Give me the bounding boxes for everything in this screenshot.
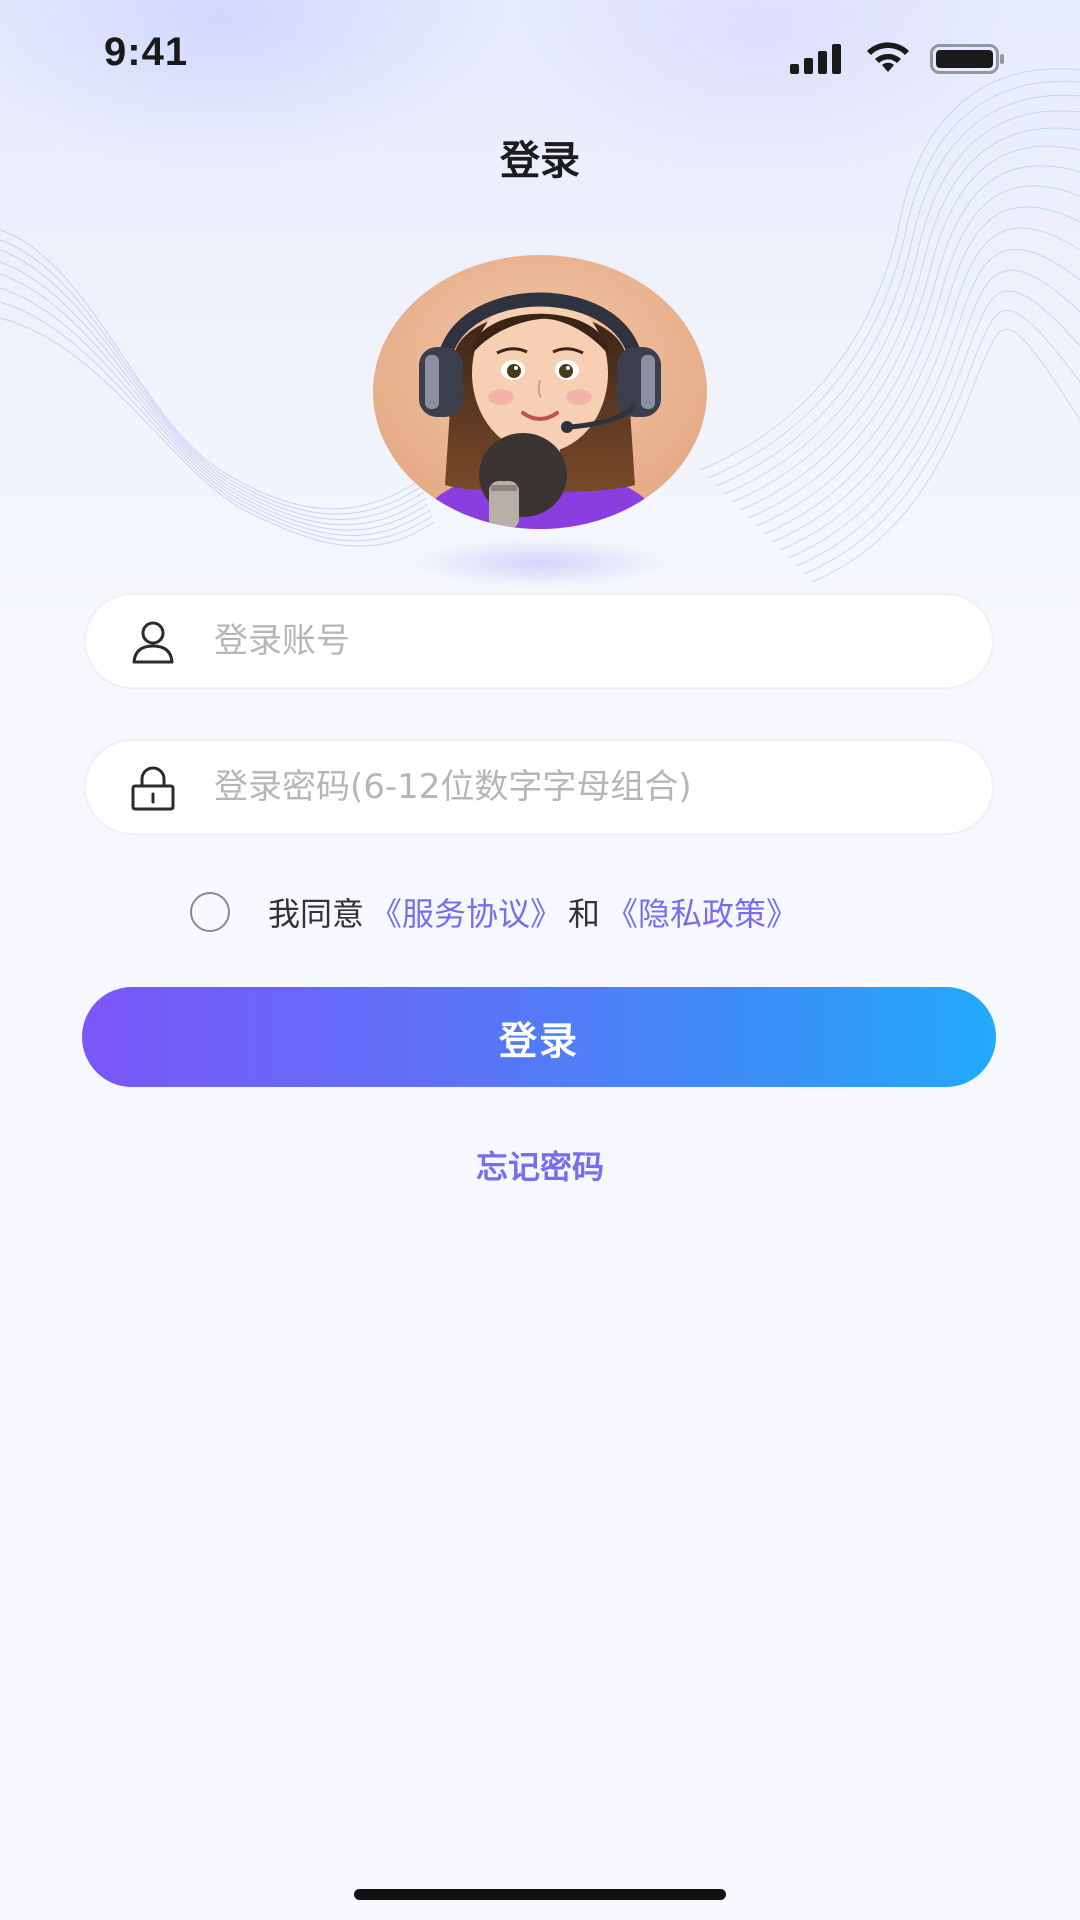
- privacy-policy-link[interactable]: 《隐私政策》: [606, 889, 798, 935]
- agree-checkbox[interactable]: [190, 892, 230, 932]
- forgot-password-link[interactable]: 忘记密码: [0, 1142, 1080, 1188]
- wifi-icon: [867, 42, 909, 72]
- password-field[interactable]: [84, 739, 994, 835]
- battery-icon: [930, 44, 1004, 74]
- password-input[interactable]: [214, 755, 954, 819]
- account-field[interactable]: [84, 593, 994, 689]
- avatar-shadow: [410, 538, 670, 588]
- status-bar: 9:41: [0, 0, 1080, 120]
- signal-icon: [790, 44, 841, 74]
- agreement-prefix: 我同意: [268, 895, 365, 933]
- avatar: [373, 255, 707, 529]
- service-agreement-link[interactable]: 《服务协议》: [370, 889, 562, 935]
- account-input[interactable]: [214, 609, 954, 673]
- user-icon: [132, 621, 174, 664]
- home-indicator: [354, 1889, 726, 1900]
- page-title: 登录: [500, 138, 580, 184]
- lock-icon: [131, 766, 175, 811]
- customer-service-avatar-icon: [373, 255, 707, 529]
- agreement-conjunction: 和: [568, 895, 601, 933]
- agreement-row: 我同意 《服务协议》 和 《隐私政策》: [190, 888, 798, 936]
- login-button[interactable]: 登录: [82, 987, 996, 1087]
- status-time: 9:41: [104, 30, 189, 74]
